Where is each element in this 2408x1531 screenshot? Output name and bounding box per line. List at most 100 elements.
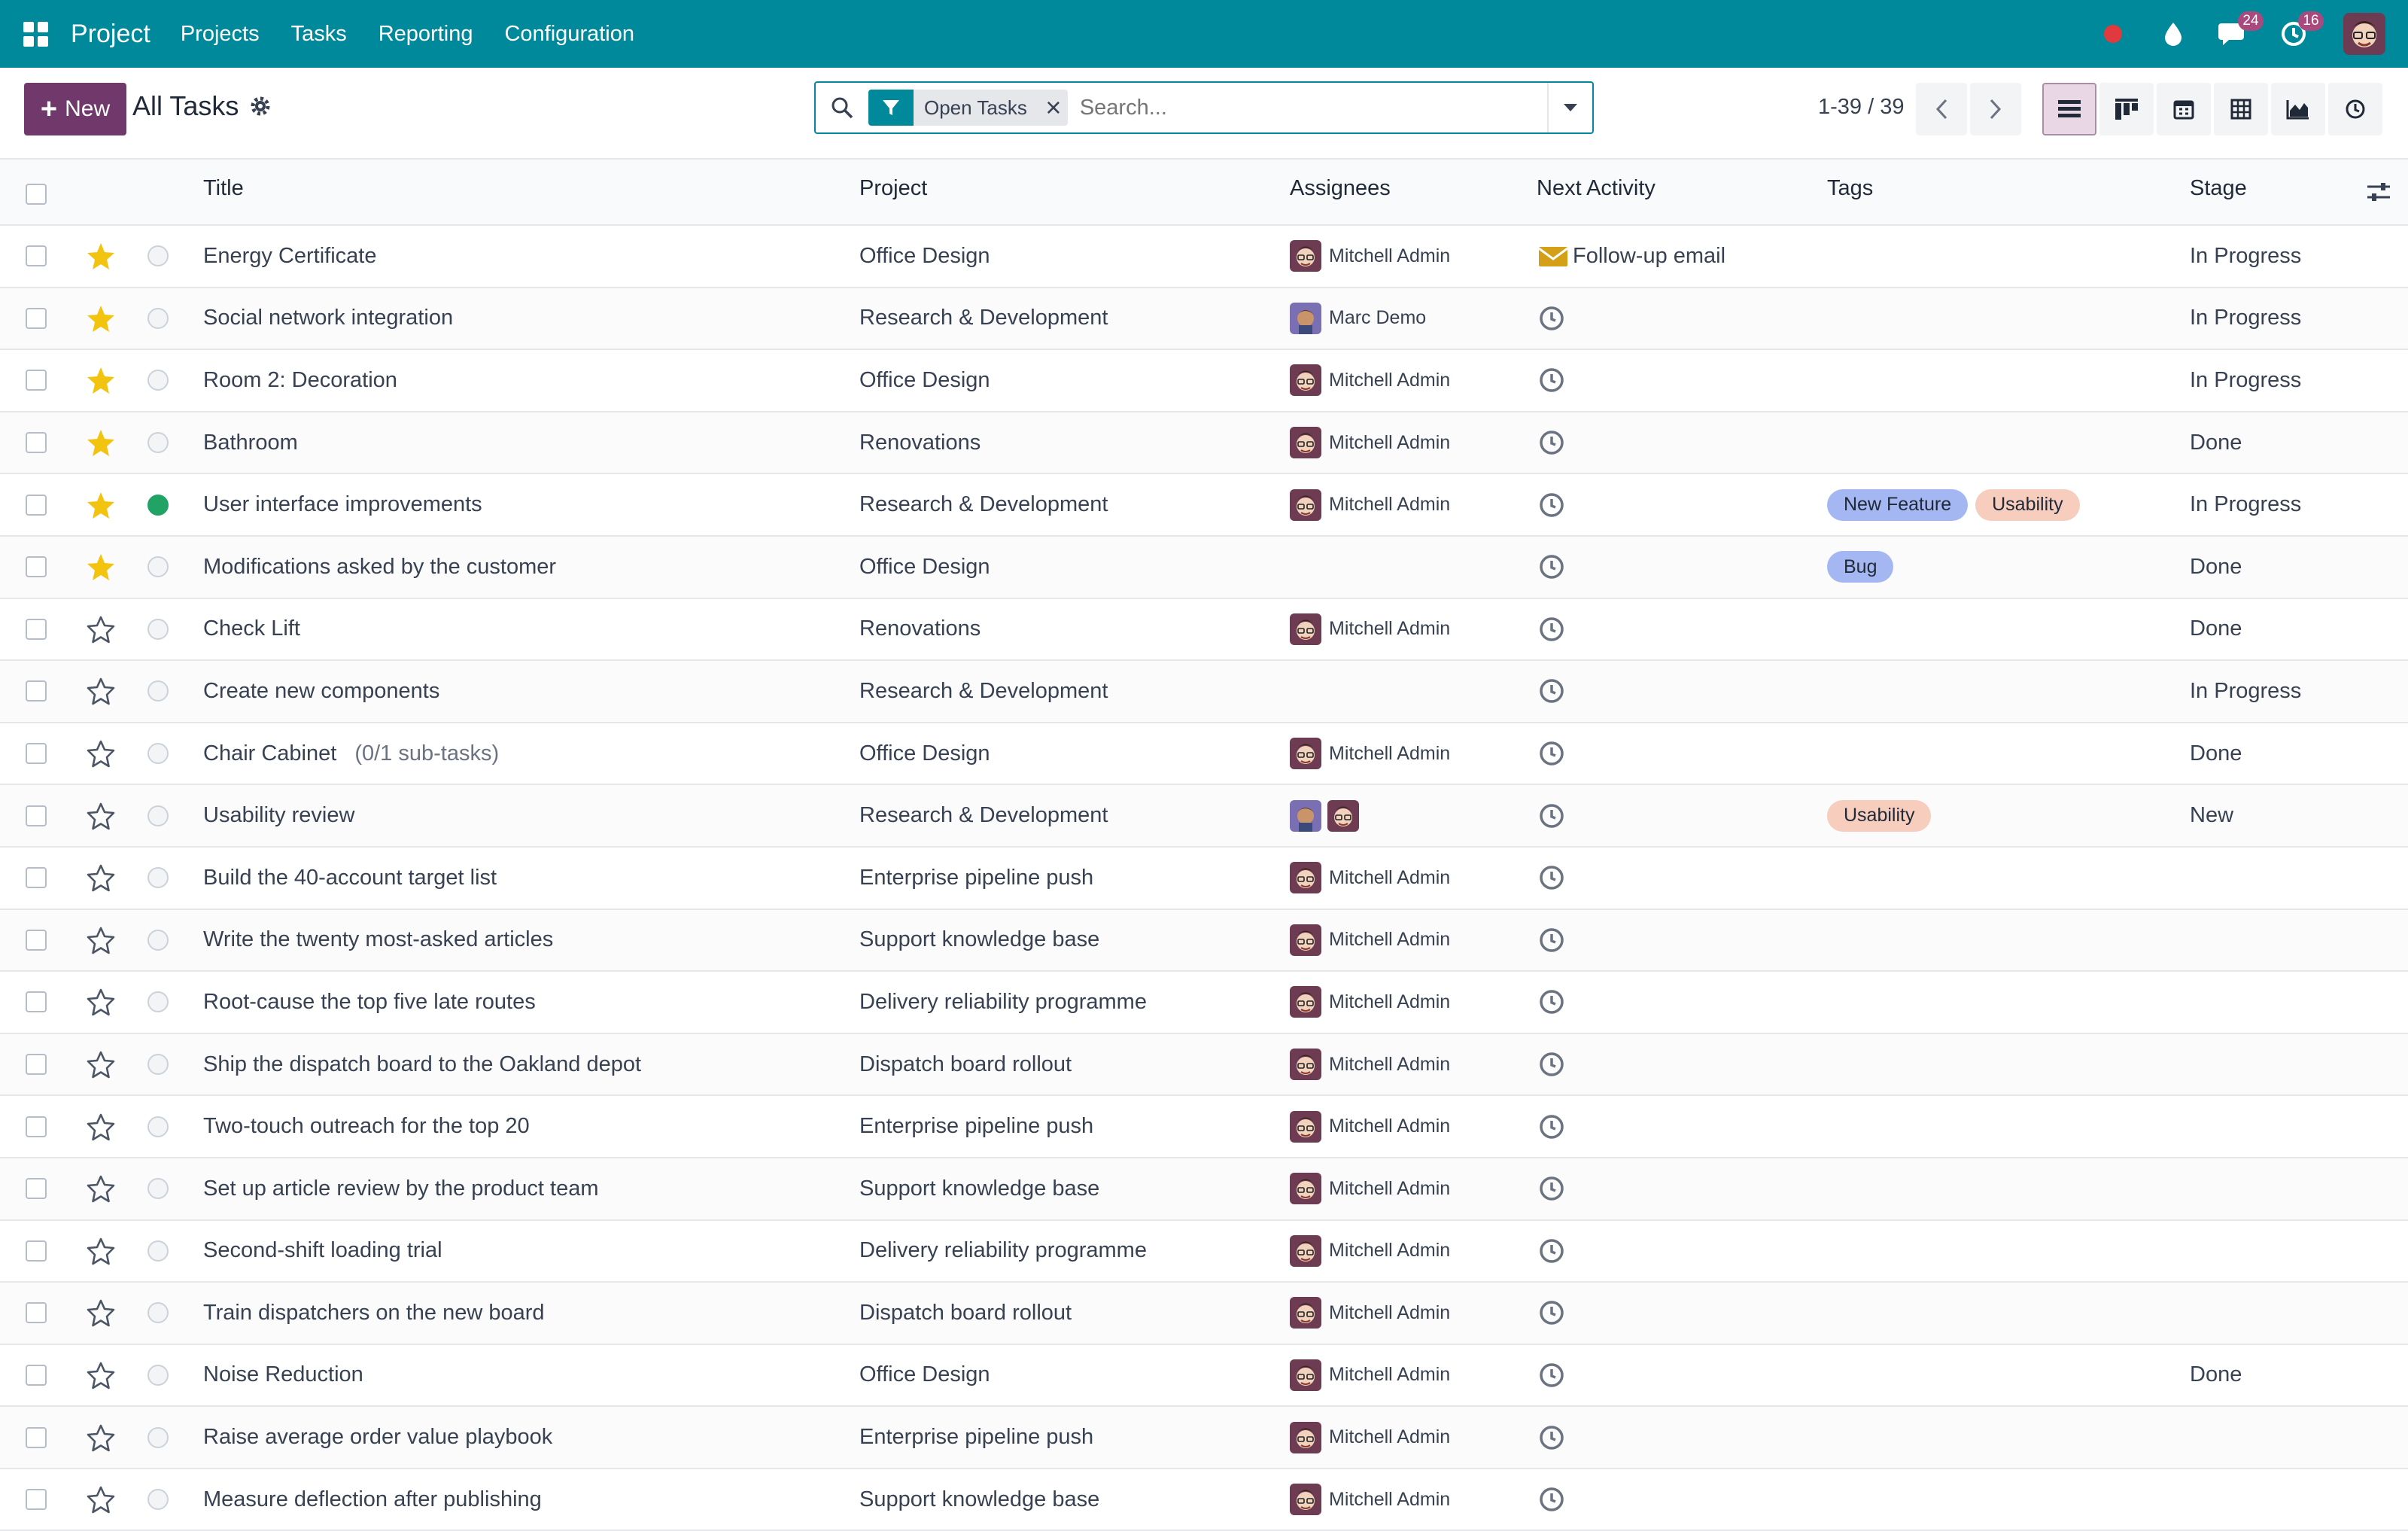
next-activity[interactable] xyxy=(1538,1283,1565,1344)
avatar[interactable] xyxy=(1290,986,1321,1018)
kanban-state-icon[interactable] xyxy=(147,288,169,349)
next-activity[interactable] xyxy=(1538,785,1565,846)
kanban-state-icon[interactable] xyxy=(147,599,169,660)
kanban-state-icon[interactable] xyxy=(147,350,169,411)
column-settings-icon[interactable] xyxy=(2366,181,2391,208)
recording-dot-icon[interactable] xyxy=(2096,17,2130,50)
star-outline-icon[interactable] xyxy=(86,785,116,846)
star-outline-icon[interactable] xyxy=(86,661,116,722)
kanban-state-icon[interactable] xyxy=(147,474,169,535)
table-row[interactable]: Usability review Research & Development Us… xyxy=(0,785,2408,848)
table-row[interactable]: Train dispatchers on the new board Dispat… xyxy=(0,1283,2408,1345)
next-activity[interactable] xyxy=(1538,1221,1565,1282)
row-checkbox[interactable] xyxy=(26,1158,47,1219)
star-outline-icon[interactable] xyxy=(86,1283,116,1344)
avatar[interactable] xyxy=(1290,364,1321,397)
kanban-state-icon[interactable] xyxy=(147,412,169,473)
chat-icon[interactable]: 24 xyxy=(2217,11,2264,50)
star-outline-icon[interactable] xyxy=(86,1096,116,1157)
avatar[interactable] xyxy=(1290,1297,1321,1329)
star-outline-icon[interactable] xyxy=(86,1469,116,1530)
star-filled-icon[interactable] xyxy=(86,412,116,473)
star-outline-icon[interactable] xyxy=(86,848,116,909)
close-icon[interactable]: × xyxy=(1039,90,1068,126)
kanban-state-icon[interactable] xyxy=(147,1407,169,1468)
next-activity[interactable] xyxy=(1538,537,1565,598)
row-checkbox[interactable] xyxy=(26,474,47,535)
kanban-state-icon[interactable] xyxy=(147,1345,169,1406)
row-checkbox[interactable] xyxy=(26,1469,47,1530)
star-filled-icon[interactable] xyxy=(86,226,116,287)
row-checkbox[interactable] xyxy=(26,599,47,660)
star-outline-icon[interactable] xyxy=(86,599,116,660)
avatar[interactable] xyxy=(1290,1049,1321,1081)
table-row[interactable]: Write the twenty most-asked articles Supp… xyxy=(0,909,2408,972)
star-filled-icon[interactable] xyxy=(86,474,116,535)
next-activity[interactable] xyxy=(1538,848,1565,909)
pivot-view-icon[interactable] xyxy=(2214,83,2268,135)
menu-reporting[interactable]: Reporting xyxy=(379,22,473,47)
apps-grid-icon[interactable] xyxy=(0,0,71,68)
table-row[interactable]: Social network integration Research & Dev… xyxy=(0,288,2408,351)
avatar[interactable] xyxy=(1290,613,1321,645)
task-assignees[interactable]: Mitchell Admin xyxy=(1290,226,1450,287)
search-icon[interactable] xyxy=(816,83,868,132)
task-assignees[interactable]: Mitchell Admin xyxy=(1290,599,1450,660)
table-row[interactable]: Two-touch outreach for the top 20 Enterpr… xyxy=(0,1096,2408,1158)
row-checkbox[interactable] xyxy=(26,288,47,349)
table-row[interactable]: Ship the dispatch board to the Oakland d… xyxy=(0,1033,2408,1097)
task-assignees[interactable]: Mitchell Admin xyxy=(1290,350,1450,411)
kanban-state-icon[interactable] xyxy=(147,1158,169,1219)
pager-previous-button[interactable] xyxy=(1916,83,1967,135)
select-all-checkbox[interactable] xyxy=(26,184,47,205)
task-assignees[interactable]: Mitchell Admin xyxy=(1290,723,1450,784)
new-button[interactable]: + New xyxy=(24,83,126,135)
avatar[interactable] xyxy=(1290,1173,1321,1205)
row-checkbox[interactable] xyxy=(26,1345,47,1406)
droplet-icon[interactable] xyxy=(2157,17,2190,50)
column-project[interactable]: Project xyxy=(859,176,927,201)
table-row[interactable]: Noise Reduction Office Design Mitchell Adm… xyxy=(0,1345,2408,1408)
row-checkbox[interactable] xyxy=(26,910,47,971)
task-assignees[interactable]: Mitchell Admin xyxy=(1290,1283,1450,1344)
avatar[interactable] xyxy=(1290,1110,1321,1143)
kanban-view-icon[interactable] xyxy=(2099,83,2154,135)
table-row[interactable]: Second-shift loading trial Delivery relia… xyxy=(0,1221,2408,1283)
row-checkbox[interactable] xyxy=(26,350,47,411)
clock-icon[interactable]: 16 xyxy=(2277,11,2324,50)
avatar[interactable] xyxy=(1290,799,1321,832)
kanban-state-icon[interactable] xyxy=(147,1096,169,1157)
kanban-state-icon[interactable] xyxy=(147,1034,169,1095)
row-checkbox[interactable] xyxy=(26,785,47,846)
task-assignees[interactable]: Mitchell Admin xyxy=(1290,1345,1450,1406)
column-stage[interactable]: Stage xyxy=(2190,176,2247,201)
star-outline-icon[interactable] xyxy=(86,1345,116,1406)
avatar[interactable] xyxy=(1290,862,1321,894)
avatar[interactable] xyxy=(1290,1421,1321,1453)
task-assignees[interactable]: Mitchell Admin xyxy=(1290,1158,1450,1219)
table-row[interactable]: Measure deflection after publishing Suppo… xyxy=(0,1469,2408,1531)
next-activity[interactable] xyxy=(1538,910,1565,971)
task-assignees[interactable]: Mitchell Admin xyxy=(1290,412,1450,473)
kanban-state-icon[interactable] xyxy=(147,1469,169,1530)
next-activity[interactable] xyxy=(1538,412,1565,473)
task-assignees[interactable] xyxy=(1290,785,1359,846)
column-assignees[interactable]: Assignees xyxy=(1290,176,1391,201)
row-checkbox[interactable] xyxy=(26,723,47,784)
menu-projects[interactable]: Projects xyxy=(181,22,260,47)
task-assignees[interactable]: Mitchell Admin xyxy=(1290,972,1450,1033)
kanban-state-icon[interactable] xyxy=(147,1283,169,1344)
pager-value[interactable]: 1-39 / 39 xyxy=(1818,95,1904,120)
next-activity[interactable] xyxy=(1538,1469,1565,1530)
next-activity[interactable] xyxy=(1538,1345,1565,1406)
search-input[interactable] xyxy=(1079,95,1547,120)
table-row[interactable]: Energy Certificate Office Design Mitchell … xyxy=(0,226,2408,288)
pager-next-button[interactable] xyxy=(1970,83,2021,135)
table-row[interactable]: Raise average order value playbook Enterp… xyxy=(0,1407,2408,1469)
table-row[interactable]: Create new components Research & Developm… xyxy=(0,661,2408,723)
star-filled-icon[interactable] xyxy=(86,537,116,598)
kanban-state-icon[interactable] xyxy=(147,226,169,287)
row-checkbox[interactable] xyxy=(26,848,47,909)
kanban-state-icon[interactable] xyxy=(147,1221,169,1282)
menu-configuration[interactable]: Configuration xyxy=(504,22,634,47)
